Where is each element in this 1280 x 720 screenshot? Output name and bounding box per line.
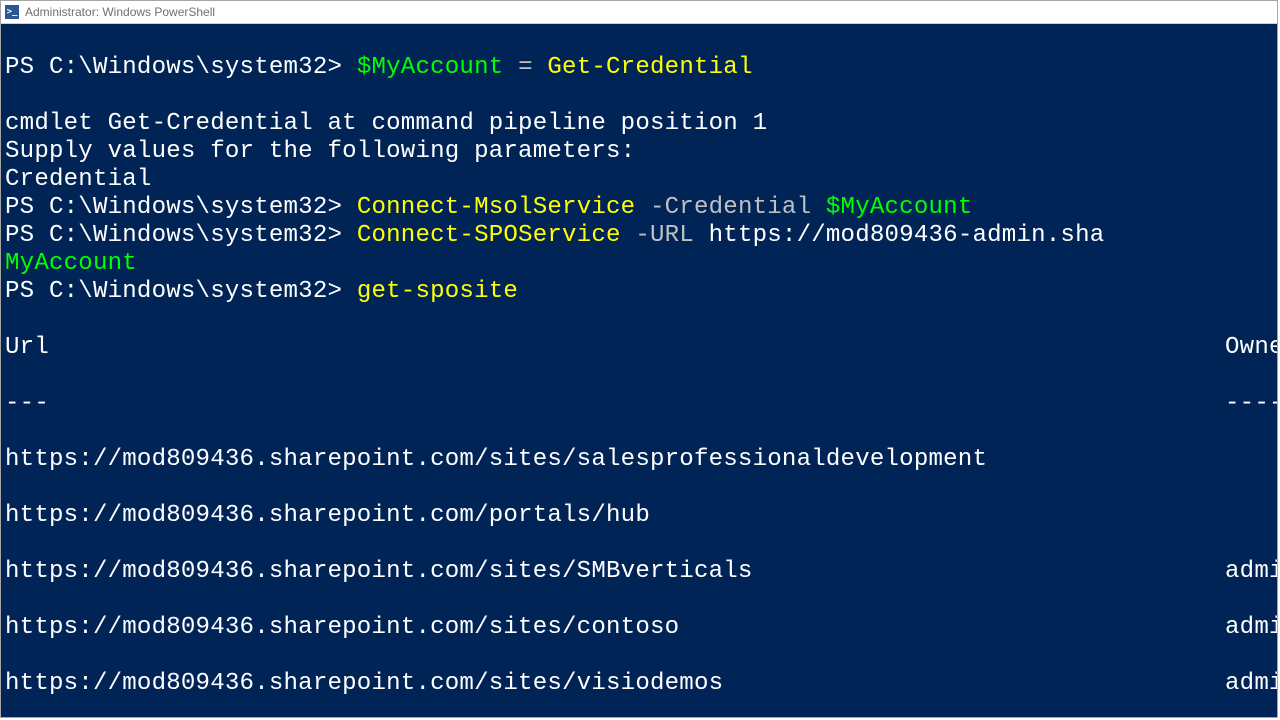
table-row: https://mod809436.sharepoint.com/sites/v… (5, 670, 1277, 698)
prompt: PS C:\Windows\system32> (5, 194, 357, 221)
table-separator: ------- (5, 390, 1277, 418)
table-row: https://mod809436.sharepoint.com/sites/c… (5, 614, 1277, 642)
cell-owner: admi (1225, 558, 1277, 586)
cell-url: https://mod809436.sharepoint.com/sites/S… (5, 558, 1225, 586)
cmdlet: get-sposite (357, 278, 518, 305)
parameter: -Credential (635, 194, 826, 221)
powershell-icon: >_ (5, 5, 19, 19)
sep-url: --- (5, 390, 1225, 418)
sep-owner: ---- (1225, 390, 1277, 418)
powershell-window: >_ Administrator: Windows PowerShell PS … (0, 0, 1278, 718)
parameter: -URL (621, 222, 709, 249)
column-header-owner: Owne (1225, 334, 1277, 362)
cell-url: https://mod809436.sharepoint.com/sites/v… (5, 670, 1225, 698)
cmdlet: Connect-MsolService (357, 194, 636, 221)
cell-url: https://mod809436.sharepoint.com/portals… (5, 502, 1225, 530)
variable: $MyAccount (826, 194, 973, 221)
prompt: PS C:\Windows\system32> (5, 222, 357, 249)
variable-wrap: MyAccount (5, 250, 137, 277)
prompt: PS C:\Windows\system32> (5, 54, 357, 81)
cell-owner: admi (1225, 670, 1277, 698)
table-row: https://mod809436.sharepoint.com/sites/S… (5, 558, 1277, 586)
column-header-url: Url (5, 334, 1225, 362)
table-header: UrlOwne (5, 334, 1277, 362)
cell-url: https://mod809436.sharepoint.com/sites/c… (5, 614, 1225, 642)
cmdlet: Get-Credential (547, 54, 752, 81)
window-title-bar[interactable]: >_ Administrator: Windows PowerShell (1, 1, 1277, 24)
window-title: Administrator: Windows PowerShell (25, 5, 215, 19)
cmdlet: Connect-SPOService (357, 222, 621, 249)
table-row: https://mod809436.sharepoint.com/portals… (5, 502, 1277, 530)
cell-owner: admi (1225, 614, 1277, 642)
output-line: Supply values for the following paramete… (5, 138, 635, 165)
table-row: https://mod809436.sharepoint.com/sites/s… (5, 446, 1277, 474)
argument: https://mod809436-admin.sha (709, 222, 1105, 249)
cell-url: https://mod809436.sharepoint.com/sites/s… (5, 446, 1225, 474)
terminal-output[interactable]: PS C:\Windows\system32> $MyAccount = Get… (1, 24, 1277, 717)
operator: = (503, 54, 547, 81)
output-line: cmdlet Get-Credential at command pipelin… (5, 110, 767, 137)
output-line: Credential (5, 166, 152, 193)
prompt: PS C:\Windows\system32> (5, 278, 357, 305)
variable: $MyAccount (357, 54, 504, 81)
